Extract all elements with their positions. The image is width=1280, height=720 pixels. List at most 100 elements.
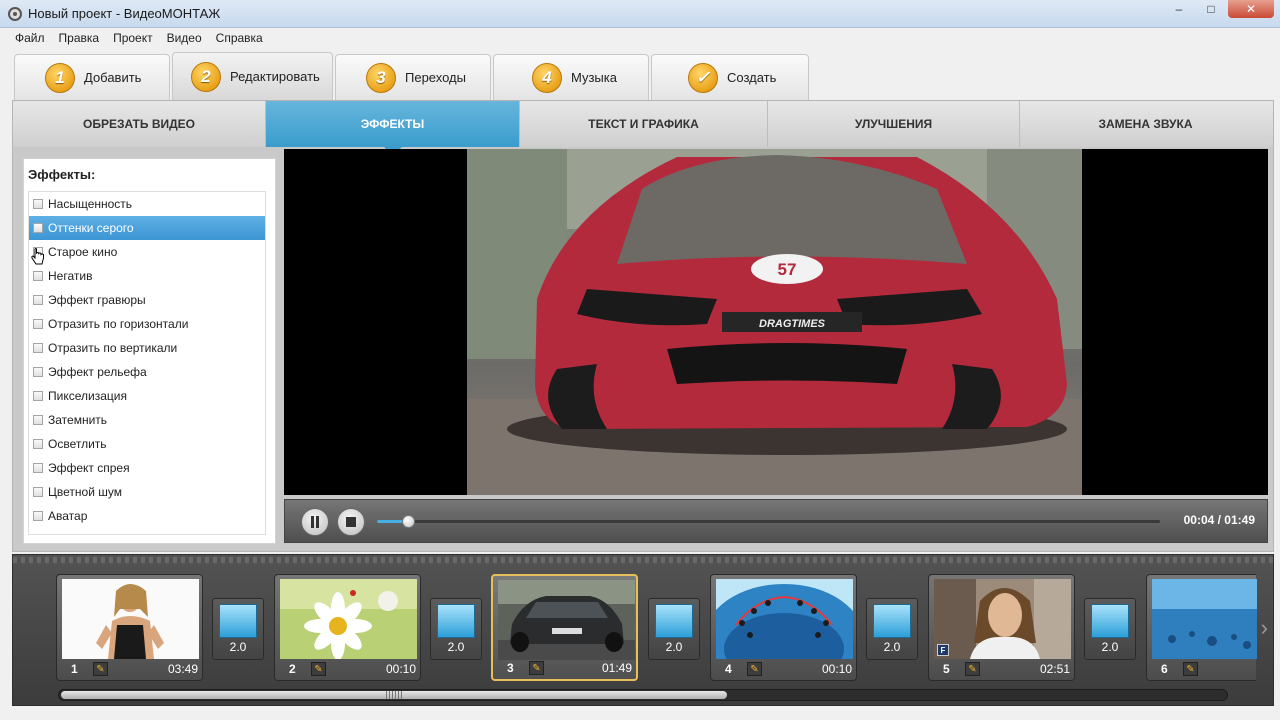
menu-help[interactable]: Справка bbox=[209, 31, 270, 45]
clip-thumbnail bbox=[1152, 579, 1257, 659]
close-button[interactable]: ✕ bbox=[1228, 0, 1274, 18]
effect-checkbox[interactable] bbox=[33, 439, 43, 449]
timeline-clip[interactable]: F 5 ✎ 02:51 bbox=[928, 574, 1075, 681]
transition[interactable]: 2.0 bbox=[866, 598, 918, 660]
window-title: Новый проект - ВидеоМОНТАЖ bbox=[28, 6, 221, 21]
effect-item[interactable]: Пикселизация bbox=[29, 384, 265, 408]
tab-create-label: Создать bbox=[727, 70, 777, 85]
effect-item[interactable]: Отразить по горизонтали bbox=[29, 312, 265, 336]
clip-duration: 00:10 bbox=[385, 662, 416, 676]
effect-item[interactable]: Осветлить bbox=[29, 432, 265, 456]
timeline-clip[interactable]: 2 ✎ 00:10 bbox=[274, 574, 421, 681]
effect-item[interactable]: Насыщенность bbox=[29, 192, 265, 216]
scrollbar-thumb[interactable] bbox=[61, 691, 727, 699]
daisy-image bbox=[280, 579, 417, 659]
timeline-clip[interactable]: 6 ✎ bbox=[1146, 574, 1257, 681]
effects-title: Эффекты: bbox=[28, 167, 96, 182]
subtab-effects[interactable]: ЭФФЕКТЫ bbox=[266, 101, 520, 155]
tab-transitions[interactable]: 3 Переходы bbox=[335, 54, 491, 100]
tab-edit[interactable]: 2 Редактировать bbox=[172, 52, 333, 100]
subtab-trim-video[interactable]: ОБРЕЗАТЬ ВИДЕО bbox=[13, 101, 266, 147]
woman-interview-image bbox=[934, 579, 1071, 659]
effect-item[interactable]: Старое кино bbox=[29, 240, 265, 265]
effect-label: Эффект гравюры bbox=[48, 293, 146, 307]
underwater-image bbox=[1152, 579, 1257, 659]
transition-duration: 2.0 bbox=[229, 640, 247, 654]
tab-add[interactable]: 1 Добавить bbox=[14, 54, 170, 100]
effect-item[interactable]: Эффект рельефа bbox=[29, 360, 265, 384]
effect-item[interactable]: Затемнить bbox=[29, 408, 265, 432]
menu-file[interactable]: Файл bbox=[8, 31, 52, 45]
edit-pencil-icon[interactable]: ✎ bbox=[1183, 662, 1198, 676]
scroll-right-icon[interactable]: › bbox=[1261, 615, 1268, 641]
effect-checkbox[interactable] bbox=[33, 463, 43, 473]
effect-checkbox[interactable] bbox=[33, 199, 43, 209]
effect-item[interactable]: Цветной шум bbox=[29, 480, 265, 504]
clip-thumbnail bbox=[934, 579, 1071, 659]
effect-label: Пикселизация bbox=[48, 389, 127, 403]
stop-button[interactable] bbox=[337, 508, 365, 536]
main-tabs: 1 Добавить 2 Редактировать 3 Переходы 4 … bbox=[14, 52, 809, 100]
player-controls: 00:04 / 01:49 bbox=[284, 499, 1268, 543]
edit-pencil-icon[interactable]: ✎ bbox=[747, 662, 762, 676]
transition[interactable]: 2.0 bbox=[430, 598, 482, 660]
transition-duration: 2.0 bbox=[1101, 640, 1119, 654]
seek-bar[interactable] bbox=[377, 515, 1160, 528]
transition[interactable]: 2.0 bbox=[648, 598, 700, 660]
effect-item[interactable]: Негатив bbox=[29, 264, 265, 288]
clip-duration: 03:49 bbox=[167, 662, 198, 676]
edit-pencil-icon[interactable]: ✎ bbox=[965, 662, 980, 676]
timeline-clip[interactable]: 4 ✎ 00:10 bbox=[710, 574, 857, 681]
subtab-text-graphics[interactable]: ТЕКСТ И ГРАФИКА bbox=[520, 101, 768, 147]
effect-item-selected[interactable]: Оттенки серого bbox=[29, 216, 265, 240]
menu-project[interactable]: Проект bbox=[106, 31, 160, 45]
tab-music[interactable]: 4 Музыка bbox=[493, 54, 649, 100]
effects-list: Насыщенность Оттенки серого Старое кино … bbox=[28, 191, 266, 535]
step-3-icon: 3 bbox=[366, 62, 396, 93]
time-display: 00:04 / 01:49 bbox=[1183, 513, 1255, 527]
effect-checkbox[interactable] bbox=[33, 415, 43, 425]
video-preview[interactable]: 57 DRAGTIMES bbox=[284, 149, 1268, 495]
effect-checkbox[interactable] bbox=[33, 295, 43, 305]
effect-checkbox[interactable] bbox=[33, 391, 43, 401]
clip-thumbnail bbox=[62, 579, 199, 659]
transition-icon bbox=[1091, 604, 1129, 638]
effect-checkbox[interactable] bbox=[33, 343, 43, 353]
edit-pencil-icon[interactable]: ✎ bbox=[93, 662, 108, 676]
subtab-replace-audio[interactable]: ЗАМЕНА ЗВУКА bbox=[1020, 101, 1271, 147]
effect-item[interactable]: Эффект гравюры bbox=[29, 288, 265, 312]
checkmark-icon: ✓ bbox=[688, 62, 718, 93]
effect-label: Эффект рельефа bbox=[48, 365, 147, 379]
effect-checkbox[interactable] bbox=[33, 487, 43, 497]
editor-panel: ОБРЕЗАТЬ ВИДЕО ЭФФЕКТЫ ТЕКСТ И ГРАФИКА У… bbox=[12, 100, 1274, 552]
effect-checkbox[interactable] bbox=[33, 367, 43, 377]
transition-icon bbox=[873, 604, 911, 638]
menu-edit[interactable]: Правка bbox=[52, 31, 107, 45]
timeline-clip[interactable]: 1 ✎ 03:49 bbox=[56, 574, 203, 681]
red-sports-car-image: 57 DRAGTIMES bbox=[467, 149, 1082, 495]
effect-checkbox[interactable] bbox=[33, 319, 43, 329]
video-frame: 57 DRAGTIMES bbox=[467, 149, 1082, 495]
effect-item[interactable]: Эффект спрея bbox=[29, 456, 265, 480]
effect-item[interactable]: Отразить по вертикали bbox=[29, 336, 265, 360]
subtab-enhancements[interactable]: УЛУЧШЕНИЯ bbox=[768, 101, 1020, 147]
minimize-button[interactable]: – bbox=[1164, 0, 1194, 18]
car-number: 57 bbox=[778, 260, 797, 279]
edit-pencil-icon[interactable]: ✎ bbox=[311, 662, 326, 676]
transition[interactable]: 2.0 bbox=[1084, 598, 1136, 660]
effect-checkbox[interactable] bbox=[33, 511, 43, 521]
edit-pencil-icon[interactable]: ✎ bbox=[529, 661, 544, 675]
pause-button[interactable] bbox=[301, 508, 329, 536]
step-4-icon: 4 bbox=[532, 62, 562, 93]
effect-item[interactable]: Аватар bbox=[29, 504, 265, 528]
effect-checkbox[interactable] bbox=[33, 223, 43, 233]
timeline-clip-selected[interactable]: 3 ✎ 01:49 bbox=[491, 574, 638, 681]
clip-number: 5 bbox=[943, 662, 950, 676]
seek-handle[interactable] bbox=[402, 515, 416, 528]
tab-create[interactable]: ✓ Создать bbox=[651, 54, 809, 100]
maximize-button[interactable]: □ bbox=[1196, 0, 1226, 18]
menu-video[interactable]: Видео bbox=[160, 31, 209, 45]
effect-checkbox[interactable] bbox=[33, 271, 43, 281]
timeline-scrollbar[interactable] bbox=[58, 689, 1228, 701]
transition[interactable]: 2.0 bbox=[212, 598, 264, 660]
